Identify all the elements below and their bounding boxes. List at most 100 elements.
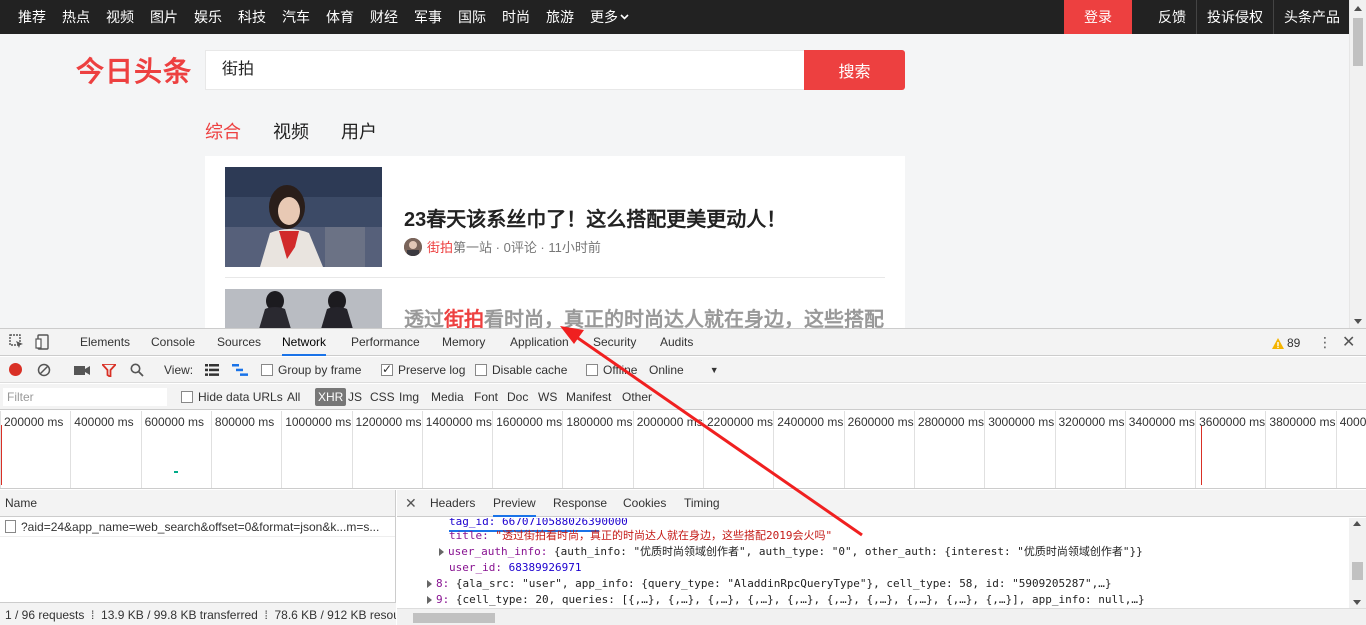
waterfall-icon[interactable] (232, 364, 248, 376)
tab-all[interactable]: 综合 (205, 118, 241, 148)
name-column-header[interactable]: Name (0, 490, 395, 517)
detail-tab-headers[interactable]: Headers (430, 490, 475, 517)
nav-item[interactable]: 热点 (62, 7, 90, 27)
tab-console[interactable]: Console (151, 329, 195, 356)
result-item[interactable]: 23春天该系丝巾了！这么搭配更美更动人！ 街拍 第一站 · 0评论 · 11小时… (225, 167, 885, 278)
timeline-tick-label: 3200000 ms (1054, 411, 1125, 488)
preview-line[interactable]: 8: {ala_src: "user", app_info: {query_ty… (427, 576, 1112, 592)
warning-count[interactable]: 89 (1272, 336, 1300, 350)
meta-keyword[interactable]: 街拍 (427, 237, 453, 256)
preserve-log-checkbox[interactable]: Preserve log (381, 357, 465, 383)
meta-source[interactable]: 第一站 (453, 237, 492, 256)
nav-item[interactable]: 国际 (458, 7, 486, 27)
search-button[interactable]: 搜索 (804, 50, 905, 90)
timeline-tick-label: 3400000 ms (1124, 411, 1195, 488)
result-meta: 街拍 第一站 · 0评论 · 11小时前 (404, 237, 601, 256)
search-icon[interactable] (130, 363, 144, 377)
nav-item[interactable]: 财经 (370, 7, 398, 27)
filter-type-xhr[interactable]: XHR (315, 388, 347, 406)
tab-elements[interactable]: Elements (80, 329, 130, 356)
nav-right-link[interactable]: 头条产品 (1273, 0, 1350, 34)
filter-icon[interactable] (102, 364, 116, 377)
detail-tab-preview[interactable]: Preview (493, 490, 536, 517)
filter-type-ws[interactable]: WS (538, 384, 557, 410)
scroll-up-icon[interactable] (1354, 6, 1362, 11)
scroll-down-icon[interactable] (1354, 319, 1362, 324)
tab-performance[interactable]: Performance (351, 329, 420, 356)
filter-type-img[interactable]: Img (399, 384, 419, 410)
result-thumbnail[interactable] (225, 167, 382, 267)
record-icon[interactable] (9, 363, 22, 376)
preview-line[interactable]: 9: {cell_type: 20, queries: [{,…}, {,…},… (427, 592, 1145, 608)
result-title[interactable]: 23春天该系丝巾了！这么搭配更美更动人！ (404, 203, 786, 232)
filter-type-all[interactable]: All (287, 384, 300, 410)
tab-memory[interactable]: Memory (442, 329, 485, 356)
search-input[interactable]: 街拍 (205, 50, 805, 90)
filter-type-js[interactable]: JS (348, 384, 362, 410)
offline-checkbox[interactable]: Offline (586, 357, 637, 383)
tab-sources[interactable]: Sources (217, 329, 261, 356)
table-row[interactable]: ?aid=24&app_name=web_search&offset=0&for… (0, 517, 395, 537)
timeline-tick-label: 1200000 ms (351, 411, 422, 488)
camera-icon[interactable] (74, 365, 90, 376)
disable-cache-checkbox[interactable]: Disable cache (475, 357, 567, 383)
group-by-frame-checkbox[interactable]: Group by frame (261, 357, 361, 383)
nav-item[interactable]: 军事 (414, 7, 442, 27)
nav-item[interactable]: 旅游 (546, 7, 574, 27)
nav-right-link[interactable]: 投诉侵权 (1196, 0, 1273, 34)
filter-type-manifest[interactable]: Manifest (566, 384, 611, 410)
expand-triangle-icon[interactable] (439, 548, 444, 556)
close-detail-icon[interactable]: ✕ (405, 495, 417, 512)
tab-video[interactable]: 视频 (273, 118, 309, 148)
filter-type-doc[interactable]: Doc (507, 384, 528, 410)
filter-input[interactable]: Filter (3, 388, 167, 406)
detail-tab-cookies[interactable]: Cookies (623, 490, 666, 517)
nav-item[interactable]: 体育 (326, 7, 354, 27)
nav-item[interactable]: 图片 (150, 7, 178, 27)
expand-triangle-icon[interactable] (427, 580, 432, 588)
site-logo[interactable]: 今日头条 (76, 50, 192, 90)
nav-item[interactable]: 时尚 (502, 7, 530, 27)
tab-network[interactable]: Network (282, 329, 327, 356)
preview-horizontal-scrollbar[interactable] (397, 608, 1366, 625)
inspect-icon[interactable] (9, 334, 25, 350)
filter-type-media[interactable]: Media (431, 384, 464, 410)
tab-users[interactable]: 用户 (341, 118, 377, 148)
filter-type-font[interactable]: Font (474, 384, 498, 410)
hide-data-urls-checkbox[interactable]: Hide data URLs (181, 384, 283, 410)
close-icon[interactable]: ✕ (1342, 332, 1355, 352)
result-title[interactable]: 透过街拍看时尚，真正的时尚达人就在身边，这些搭配 (404, 303, 884, 328)
tab-application[interactable]: Application (510, 329, 569, 356)
nav-item[interactable]: 汽车 (282, 7, 310, 27)
expand-triangle-icon[interactable] (427, 596, 432, 604)
nav-more[interactable]: 更多 (590, 7, 629, 27)
nav-item[interactable]: 科技 (238, 7, 266, 27)
preview-vertical-scrollbar[interactable] (1349, 518, 1366, 608)
tab-security[interactable]: Security (593, 329, 636, 356)
hide-data-urls-label: Hide data URLs (198, 390, 283, 404)
nav-right-link[interactable]: 反馈 (1148, 0, 1196, 34)
result-thumbnail[interactable] (225, 289, 382, 328)
nav-item[interactable]: 娱乐 (194, 7, 222, 27)
network-timeline[interactable]: 200000 ms 400000 ms 600000 ms 800000 ms 1000… (0, 411, 1366, 489)
login-button[interactable]: 登录 (1064, 0, 1132, 34)
preview-line[interactable]: user_auth_info: {auth_info: "优质时尚领域创作者",… (439, 544, 1143, 560)
device-toggle-icon[interactable] (35, 334, 51, 350)
preview-line: user_id: 68389926971 (449, 560, 581, 576)
detail-tab-timing[interactable]: Timing (684, 490, 720, 517)
throttle-select[interactable]: Online ▼ (649, 357, 719, 383)
detail-tab-response[interactable]: Response (553, 490, 607, 517)
filter-type-css[interactable]: CSS (370, 384, 395, 410)
clear-icon[interactable] (37, 363, 51, 377)
page-scrollbar[interactable] (1349, 0, 1366, 328)
scroll-thumb[interactable] (1353, 18, 1363, 66)
list-view-icon[interactable] (205, 364, 219, 376)
nav-item[interactable]: 推荐 (18, 7, 46, 27)
more-options-icon[interactable]: ⋮ (1318, 335, 1332, 349)
devtools-panel: Elements Console Sources Network Performance… (0, 328, 1366, 625)
filter-type-other[interactable]: Other (622, 384, 652, 410)
tab-audits[interactable]: Audits (660, 329, 693, 356)
avatar[interactable] (404, 237, 422, 256)
nav-item[interactable]: 视频 (106, 7, 134, 27)
json-value: {cell_type: 20, queries: [{,…}, {,…}, {,… (455, 593, 1145, 606)
